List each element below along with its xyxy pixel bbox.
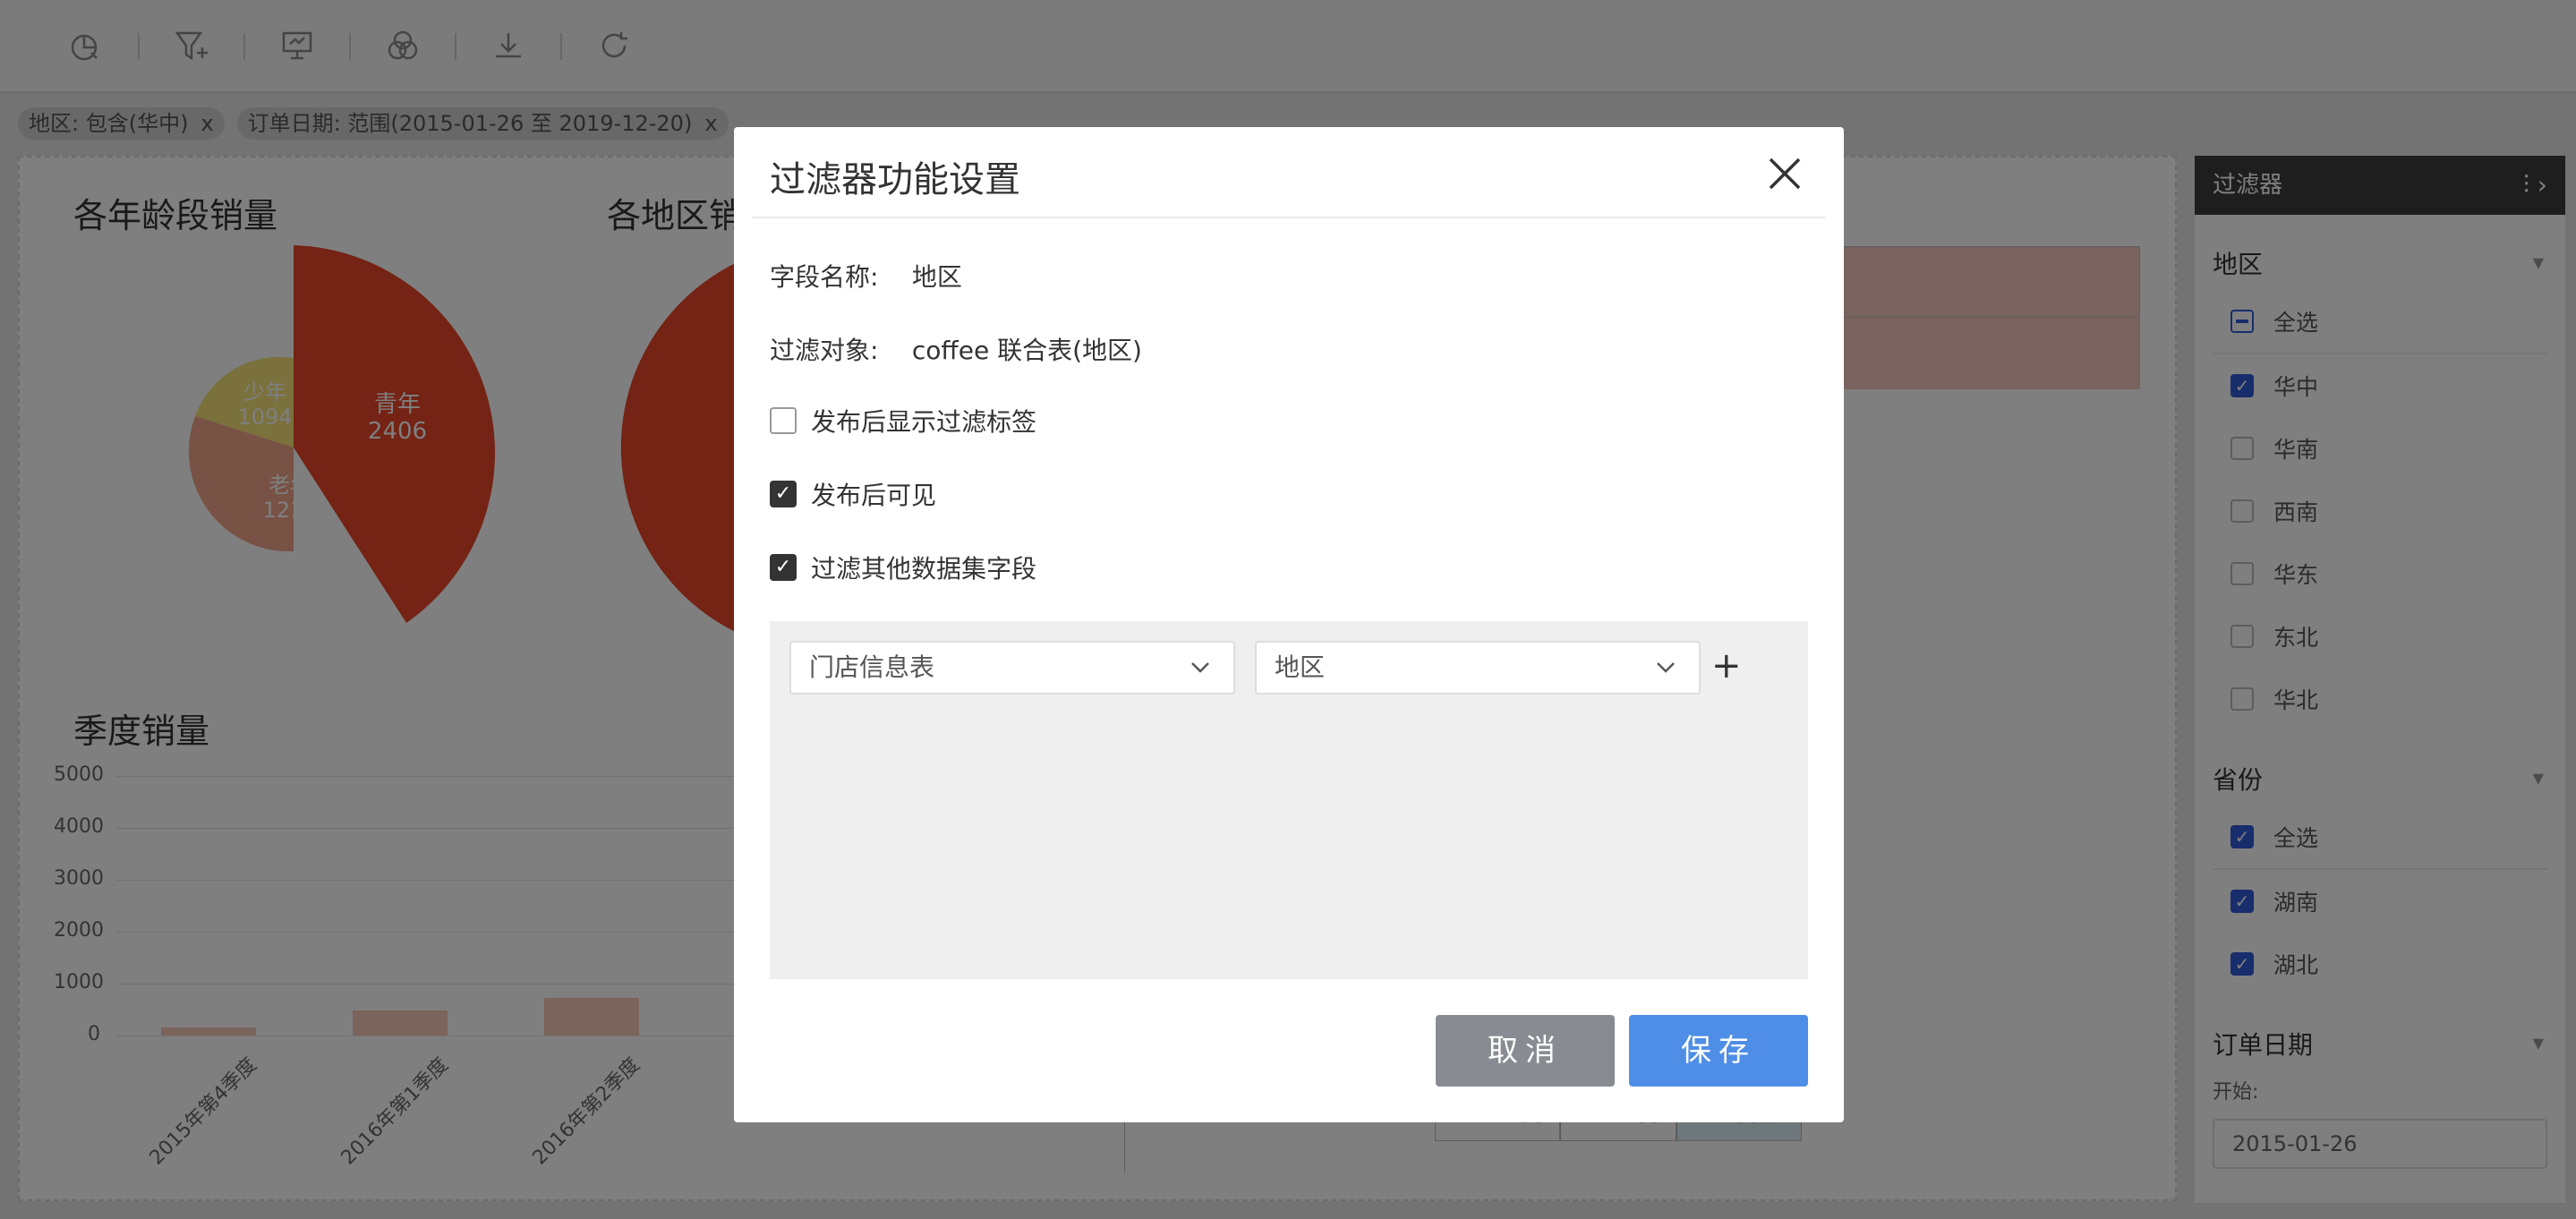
field-name-value: 地区 [911, 262, 962, 292]
visible-checkbox[interactable] [770, 481, 797, 507]
show-tag-label: 发布后显示过滤标签 [811, 407, 1037, 437]
dialog-divider [752, 217, 1826, 218]
filter-other-label: 过滤其他数据集字段 [811, 554, 1037, 584]
cancel-button[interactable]: 取消 [1436, 1015, 1615, 1087]
chevron-down-icon [1191, 662, 1209, 673]
chevron-down-icon [1657, 662, 1675, 673]
field-select[interactable]: 地区 [1255, 641, 1701, 695]
show-tag-checkbox[interactable] [770, 407, 797, 434]
show-tag-option[interactable]: 发布后显示过滤标签 [770, 403, 1036, 439]
close-icon[interactable] [1763, 152, 1806, 195]
add-mapping-button[interactable]: + [1711, 648, 1742, 684]
table-select-value: 门店信息表 [809, 652, 935, 682]
filter-other-option[interactable]: 过滤其他数据集字段 [770, 550, 1036, 585]
field-name-row: 字段名称: 地区 [770, 258, 962, 294]
filter-target-row: 过滤对象: coffee 联合表(地区) [770, 331, 1142, 367]
field-mapping-panel: 门店信息表 地区 + [770, 621, 1808, 979]
filter-settings-dialog: 过滤器功能设置 字段名称: 地区 过滤对象: coffee 联合表(地区) 发布… [734, 127, 1844, 1122]
dialog-title: 过滤器功能设置 [770, 159, 1020, 200]
save-button[interactable]: 保存 [1629, 1015, 1808, 1087]
filter-other-checkbox[interactable] [770, 554, 797, 581]
filter-target-value: coffee 联合表(地区) [911, 336, 1142, 365]
visible-label: 发布后可见 [811, 481, 937, 510]
filter-target-label: 过滤对象: [770, 336, 879, 365]
table-select[interactable]: 门店信息表 [789, 641, 1235, 695]
field-select-value: 地区 [1275, 652, 1326, 682]
visible-option[interactable]: 发布后可见 [770, 476, 936, 512]
field-name-label: 字段名称: [770, 262, 879, 292]
